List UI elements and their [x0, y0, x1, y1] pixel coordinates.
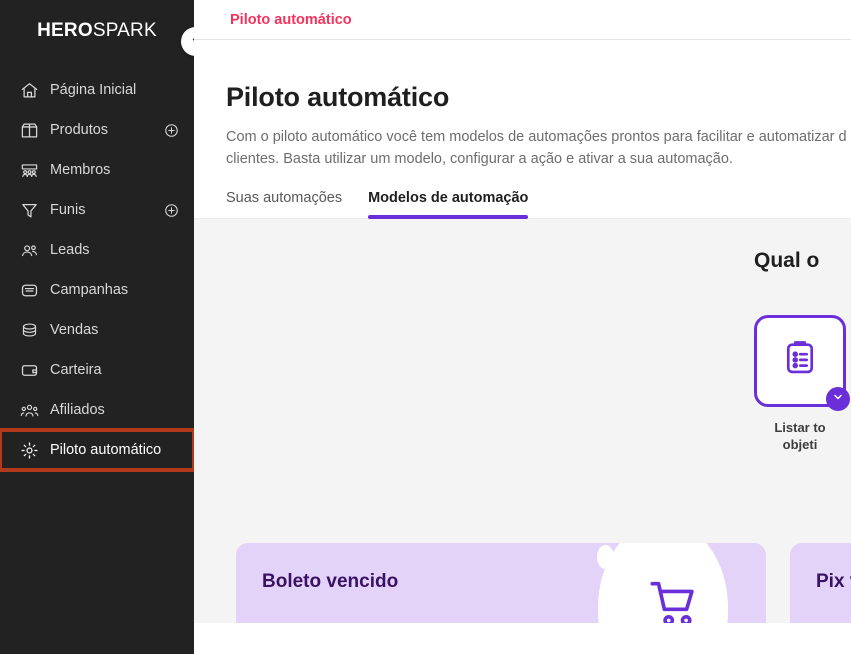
- shopping-cart-icon: [646, 575, 704, 623]
- sidebar-item-label: Piloto automático: [50, 442, 162, 458]
- sidebar-item-vendas[interactable]: Vendas: [0, 310, 194, 350]
- wallet-icon: [18, 359, 40, 381]
- brand-hero-text: HERO: [37, 20, 93, 41]
- sidebar-item-label: Funis: [50, 202, 86, 218]
- sidebar-item-leads[interactable]: Leads: [0, 230, 194, 270]
- main-content: Piloto automático Piloto automático Com …: [194, 0, 851, 654]
- template-card-title: Boleto vencido: [262, 570, 399, 592]
- coins-icon: [18, 319, 40, 341]
- brand-logo-text: HEROSPARK: [37, 20, 157, 42]
- template-card-title: Pix v: [816, 570, 851, 592]
- template-card-boleto-vencido[interactable]: Boleto vencido: [236, 542, 766, 623]
- sidebar-item-piloto-automatico[interactable]: Piloto automático: [0, 428, 194, 472]
- sidebar-item-funis[interactable]: Funis: [0, 190, 194, 230]
- sidebar-item-afiliados[interactable]: Afiliados: [0, 390, 194, 430]
- tab-suas-automacoes[interactable]: Suas automações: [226, 190, 342, 218]
- content-area: Qual o Listar to objeti Boleto vencido P…: [194, 218, 851, 623]
- page-title: Piloto automático: [226, 82, 450, 112]
- sidebar-item-produtos[interactable]: Produtos: [0, 110, 194, 150]
- add-produto-icon[interactable]: [162, 121, 180, 139]
- template-card-row: Boleto vencido Pix v: [236, 542, 851, 623]
- breadcrumb[interactable]: Piloto automático: [230, 12, 352, 28]
- objective-card-list: Listar to objeti: [754, 314, 851, 454]
- sidebar-item-carteira[interactable]: Carteira: [0, 350, 194, 390]
- sidebar-item-label: Membros: [50, 162, 111, 178]
- leads-icon: [18, 239, 40, 261]
- add-funil-icon[interactable]: [162, 201, 180, 219]
- objective-card-label: Listar to objeti: [774, 419, 826, 453]
- tab-modelos-de-automacao[interactable]: Modelos de automação: [368, 190, 529, 219]
- objective-card-badge: [826, 386, 850, 411]
- sidebar-item-pagina-inicial[interactable]: Página Inicial: [0, 70, 194, 110]
- sidebar-item-label: Carteira: [50, 362, 102, 378]
- sidebar-item-label: Afiliados: [50, 402, 105, 418]
- sidebar-item-label: Página Inicial: [50, 82, 137, 98]
- objective-title: Qual o: [754, 248, 820, 272]
- chevron-down-icon: [832, 390, 844, 408]
- topbar: Piloto automático: [194, 0, 851, 40]
- home-icon: [18, 79, 40, 101]
- members-icon: [18, 159, 40, 181]
- clipboard-list-icon: [781, 339, 819, 382]
- sidebar-item-label: Vendas: [50, 322, 99, 338]
- tab-bar: Suas automações Modelos de automação: [194, 170, 851, 219]
- funnel-icon: [18, 199, 40, 221]
- page-description: Com o piloto automático você tem modelos…: [226, 129, 847, 167]
- objective-card-item[interactable]: Listar to objeti: [754, 314, 850, 454]
- template-card-pix-vencido[interactable]: Pix v: [790, 542, 851, 623]
- objective-card[interactable]: [754, 314, 850, 411]
- gear-icon: [18, 439, 40, 461]
- sidebar-item-label: Leads: [50, 242, 90, 258]
- affiliates-icon: [18, 399, 40, 421]
- brand-spark-text: SPARK: [92, 20, 157, 41]
- sidebar-nav: Página Inicial Produtos Membros Funis Le…: [0, 70, 194, 472]
- brand-logo[interactable]: HEROSPARK: [0, 0, 194, 58]
- page-header: Piloto automático Com o piloto automátic…: [194, 40, 851, 171]
- objective-section: Qual o Listar to objeti: [754, 249, 851, 454]
- sidebar-item-membros[interactable]: Membros: [0, 150, 194, 190]
- sidebar-item-label: Campanhas: [50, 282, 129, 298]
- sidebar: HEROSPARK Página Inicial Produtos Membro…: [0, 0, 194, 654]
- app-root: HEROSPARK Página Inicial Produtos Membro…: [0, 0, 851, 654]
- sidebar-item-campanhas[interactable]: Campanhas: [0, 270, 194, 310]
- sidebar-item-label: Produtos: [50, 122, 109, 138]
- envelope-icon: [18, 279, 40, 301]
- chevron-left-icon: [189, 33, 194, 51]
- box-icon: [18, 119, 40, 141]
